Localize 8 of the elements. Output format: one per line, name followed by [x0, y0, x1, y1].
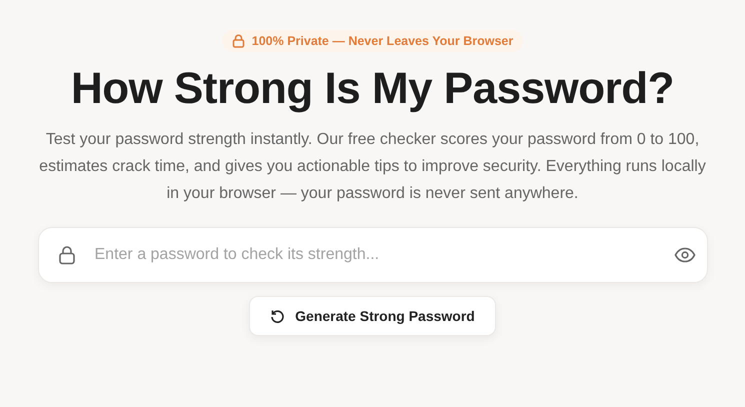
generate-password-button[interactable]: Generate Strong Password — [249, 296, 496, 336]
page-heading: How Strong Is My Password? — [70, 64, 674, 114]
eye-icon[interactable] — [674, 247, 696, 263]
refresh-icon — [270, 308, 286, 324]
lock-icon — [232, 34, 245, 48]
badge-text: 100% Private — Never Leaves Your Browser — [252, 34, 514, 48]
password-field[interactable]: Enter a password to check its strength... — [38, 227, 708, 283]
description: Test your password strength instantly. Our free checker scores your password from 0 to 100, estimates crack time, and gives you actionable tips to improve security. Everything runs locally in your browser — your password is never sent anywhere. — [38, 130, 707, 204]
